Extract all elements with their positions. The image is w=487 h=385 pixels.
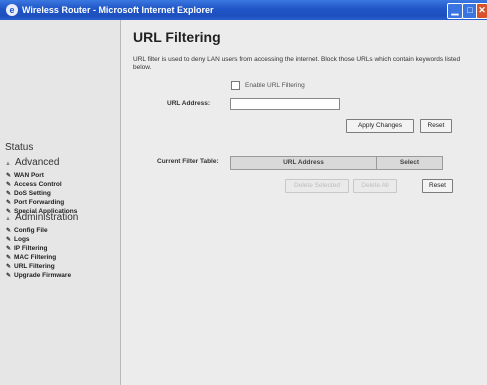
administration-nav-list: ✎ Config File ✎ Logs ✎ IP Filtering ✎ MAC Fi… xyxy=(6,226,71,280)
sidebar-section-advanced[interactable]: ▲ Advanced xyxy=(5,157,59,168)
sidebar-item-upgrade-firmware[interactable]: ✎ Upgrade Firmware xyxy=(6,271,71,280)
sidebar-item-label: MAC Filtering xyxy=(14,254,57,261)
page-title: URL Filtering xyxy=(133,29,221,45)
current-filter-table-label: Current Filter Table: xyxy=(157,158,219,165)
sidebar-item-label: Logs xyxy=(14,236,30,243)
advanced-nav-list: ✎ WAN Port ✎ Access Control ✎ DoS Setting ✎… xyxy=(6,171,77,216)
section-heading: Administration xyxy=(14,212,79,223)
sidebar-item-ip-filtering[interactable]: ✎ IP Filtering xyxy=(6,244,71,253)
sidebar-item-label: IP Filtering xyxy=(14,245,48,252)
minimize-button[interactable]: ▁ xyxy=(447,3,463,19)
sidebar-item-logs[interactable]: ✎ Logs xyxy=(6,235,71,244)
triangle-icon: ▲ xyxy=(5,161,11,167)
delete-all-button[interactable]: Delete All xyxy=(353,179,397,193)
sidebar-item-wan-port[interactable]: ✎ WAN Port xyxy=(6,171,77,180)
sidebar-item-label: Upgrade Firmware xyxy=(14,272,72,279)
table-header-url-address: URL Address xyxy=(231,157,377,169)
page-description: URL filter is used to deny LAN users fro… xyxy=(133,56,461,71)
section-heading: Advanced xyxy=(14,157,60,168)
sidebar-item-port-forwarding[interactable]: ✎ Port Forwarding xyxy=(6,198,77,207)
triangle-icon: ▲ xyxy=(5,216,11,222)
sidebar-item-label: DoS Setting xyxy=(14,190,51,197)
sidebar-item-dos-setting[interactable]: ✎ DoS Setting xyxy=(6,189,77,198)
sidebar: Status ▲ Advanced ✎ WAN Port ✎ Access Contr… xyxy=(0,20,121,385)
sidebar-item-mac-filtering[interactable]: ✎ MAC Filtering xyxy=(6,253,71,262)
delete-selected-button[interactable]: Delete Selected xyxy=(285,179,349,193)
window-titlebar: e Wireless Router - Microsoft Internet E… xyxy=(0,0,487,20)
sidebar-item-label: WAN Port xyxy=(14,172,44,179)
url-address-label: URL Address: xyxy=(167,100,210,107)
enable-url-filtering-label: Enable URL Filtering xyxy=(245,82,305,89)
window-title: Wireless Router - Microsoft Internet Exp… xyxy=(22,5,214,15)
url-address-input[interactable] xyxy=(230,98,340,110)
sidebar-item-label: Config File xyxy=(14,227,48,234)
sidebar-section-administration[interactable]: ▲ Administration xyxy=(5,212,78,223)
reset-table-button[interactable]: Reset xyxy=(422,179,453,193)
sidebar-item-label: URL Filtering xyxy=(14,263,55,270)
close-button[interactable]: ✕ xyxy=(476,3,487,19)
sidebar-item-access-control[interactable]: ✎ Access Control xyxy=(6,180,77,189)
reset-button[interactable]: Reset xyxy=(420,119,452,133)
sidebar-item-config-file[interactable]: ✎ Config File xyxy=(6,226,71,235)
sidebar-item-label: Port Forwarding xyxy=(14,199,65,206)
sidebar-item-label: Access Control xyxy=(14,181,62,188)
filter-table-header: URL Address Select xyxy=(230,156,443,170)
ie-icon: e xyxy=(6,4,18,16)
table-header-select: Select xyxy=(399,159,420,166)
enable-url-filtering-checkbox[interactable] xyxy=(231,81,240,90)
sidebar-status[interactable]: Status xyxy=(5,142,33,153)
main-content: URL Filtering URL filter is used to deny… xyxy=(121,20,487,385)
pen-icon: ✎ xyxy=(6,273,12,279)
apply-changes-button[interactable]: Apply Changes xyxy=(346,119,414,133)
sidebar-item-url-filtering[interactable]: ✎ URL Filtering xyxy=(6,262,71,271)
